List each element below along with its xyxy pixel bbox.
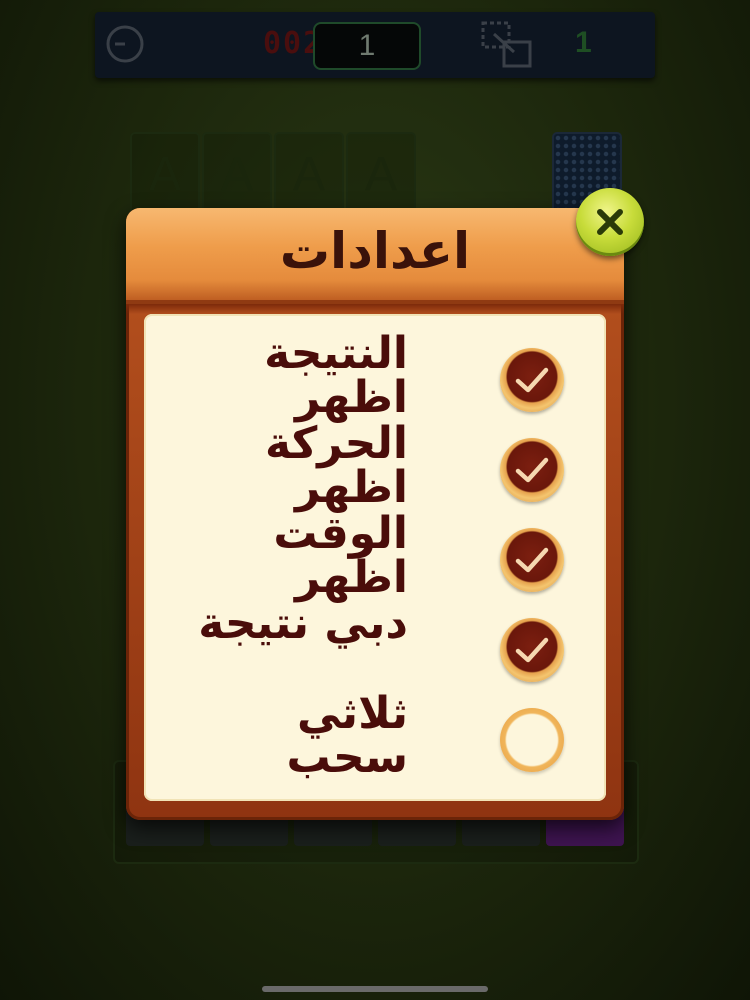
check-icon [515, 637, 549, 663]
foundation-slot: A [202, 132, 272, 218]
dialog-header: اعدادات [126, 208, 624, 314]
foundation-slot: A [346, 132, 416, 218]
setting-label-show-score: النتيجة اظهر [264, 328, 408, 423]
close-icon [597, 209, 623, 235]
check-icon [515, 547, 549, 573]
score-value: 1 [313, 22, 421, 70]
clock-icon [106, 25, 144, 63]
foundation-slot: A [274, 132, 344, 218]
show-time-toggle[interactable] [500, 528, 564, 592]
setting-label-vegas-score: دبي نتيجة [198, 598, 408, 649]
home-indicator [262, 986, 488, 992]
setting-label-show-moves: الحركة اظهر [265, 418, 408, 513]
moves-count: 1 [575, 26, 592, 59]
vegas-score-toggle[interactable] [500, 618, 564, 682]
setting-label-show-time: الوقت اظهر [273, 508, 408, 603]
draw-three-toggle[interactable] [500, 708, 564, 772]
check-icon [515, 457, 549, 483]
show-score-toggle[interactable] [500, 348, 564, 412]
show-moves-toggle[interactable] [500, 438, 564, 502]
check-icon [515, 367, 549, 393]
game-top-bar: 002 1 1 [95, 12, 655, 78]
moves-icon [481, 21, 532, 68]
foundation-piles: A A A A [130, 132, 420, 218]
close-button[interactable] [576, 188, 644, 256]
setting-label-draw-three: ثلاثي سحب [286, 688, 408, 783]
dialog-title: اعدادات [279, 222, 471, 280]
settings-panel: النتيجة اظهر الحركة اظهر الوقت اظهر دبي … [144, 314, 606, 801]
settings-dialog: اعدادات النتيجة اظهر الحركة اظهر الوقت ا… [126, 208, 624, 820]
foundation-slot: A [130, 132, 200, 218]
